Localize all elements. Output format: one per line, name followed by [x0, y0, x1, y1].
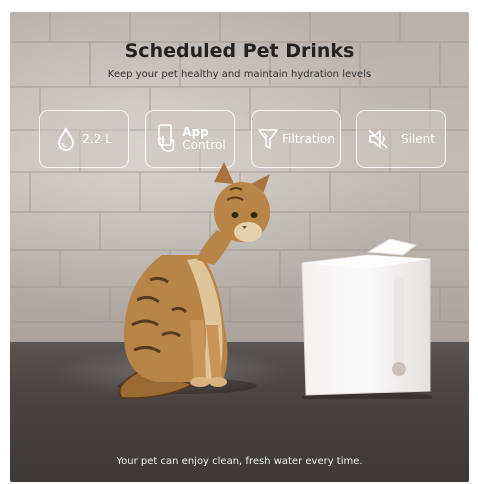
- page-title: Scheduled Pet Drinks: [124, 40, 355, 62]
- feature-silent: Silent: [356, 110, 446, 168]
- water-drop-icon: [58, 127, 75, 151]
- feature-silent-label: Silent: [401, 132, 435, 146]
- feature-app-label-regular: Control: [182, 138, 226, 152]
- feature-filtration-label: Filtration: [282, 132, 335, 146]
- cat-image: [117, 162, 270, 400]
- water-fountain-image: [301, 238, 432, 399]
- speaker-muted-icon: [368, 129, 388, 149]
- funnel-icon: [258, 129, 278, 149]
- feature-capacity-label: 2.2 L: [82, 132, 112, 146]
- product-banner: Scheduled Pet Drinks Keep your pet healt…: [10, 12, 469, 482]
- phone-tap-icon: [157, 124, 175, 152]
- footer-caption: Your pet can enjoy clean, fresh water ev…: [116, 456, 363, 467]
- page-subtitle: Keep your pet healthy and maintain hydra…: [107, 69, 372, 80]
